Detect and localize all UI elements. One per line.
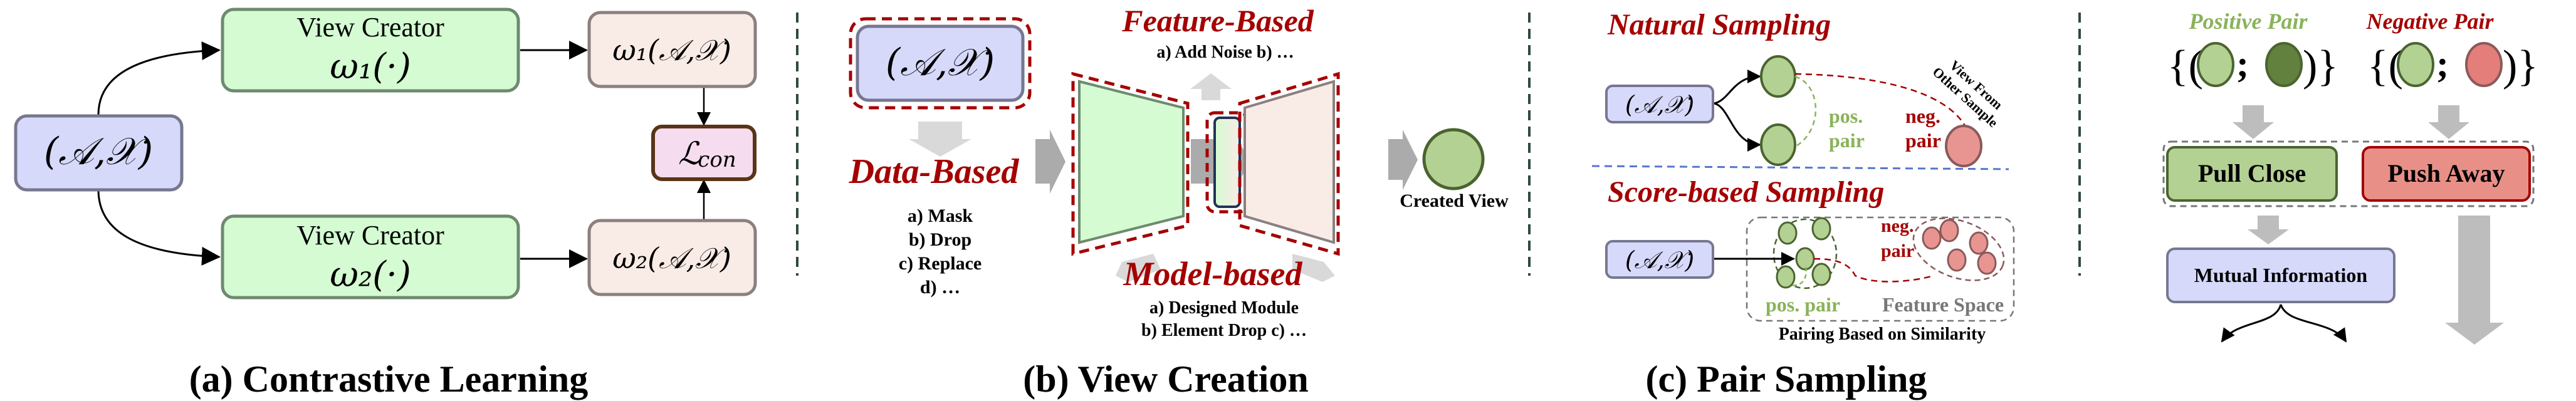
panel-d-lower-boxes <box>0 0 2576 401</box>
